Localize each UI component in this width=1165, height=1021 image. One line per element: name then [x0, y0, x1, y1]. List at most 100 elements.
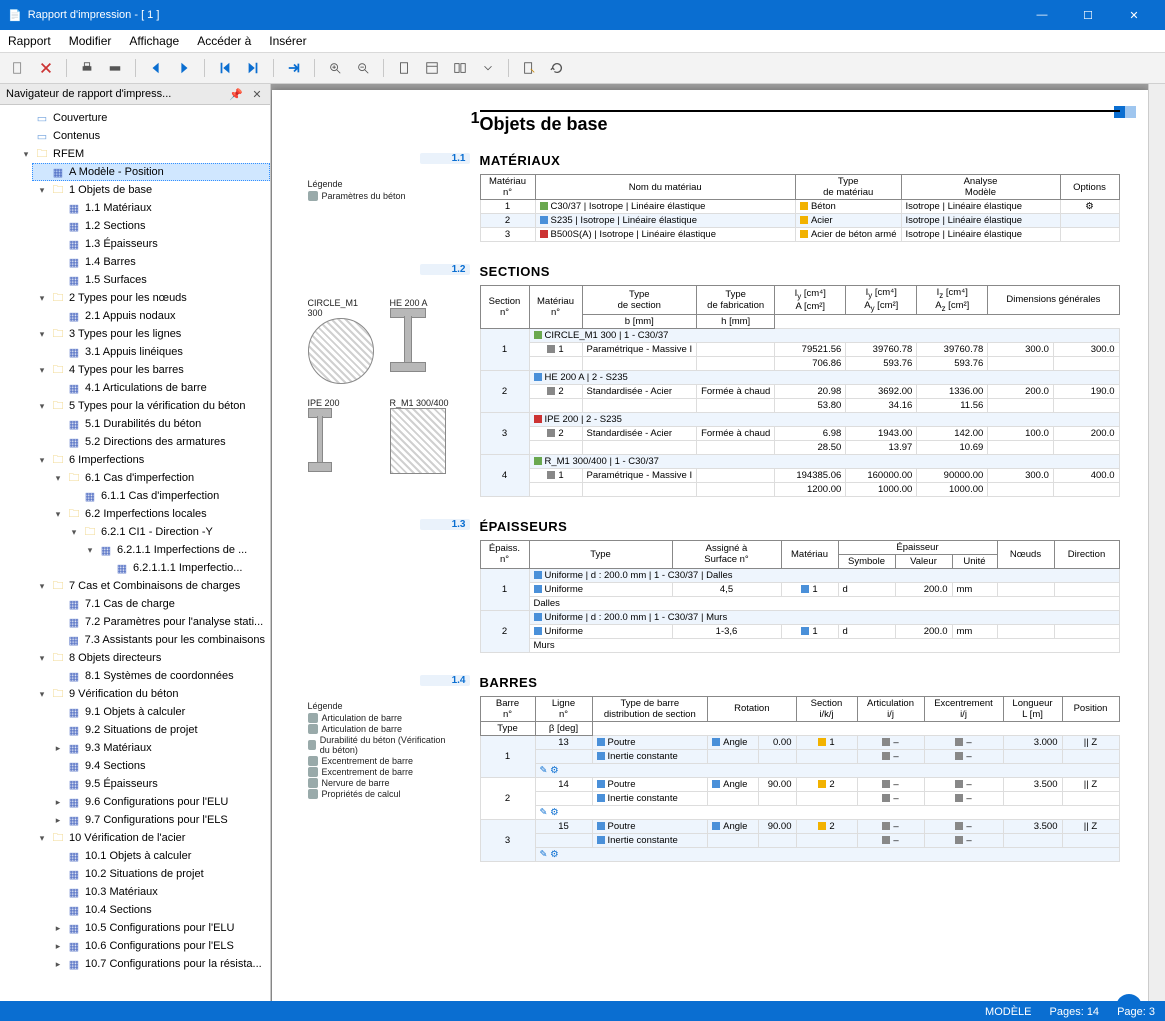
tree-model[interactable]: ▦A Modèle - Position [32, 163, 270, 181]
zoom-out-button[interactable] [351, 56, 375, 80]
tree-6-1[interactable]: ▾🗀6.1 Cas d'imperfection [48, 469, 270, 487]
section-title-barres: BARRES [480, 675, 1120, 690]
goto-button[interactable] [282, 56, 306, 80]
section-number: 1.2 [420, 264, 470, 275]
status-pages: Pages: 14 [1050, 1006, 1100, 1018]
tree-9-4[interactable]: ▦9.4 Sections [48, 757, 270, 775]
tree-2-1[interactable]: ▦2.1 Appuis nodaux [48, 307, 270, 325]
scrollbar[interactable] [1148, 84, 1165, 1001]
tree-1-2[interactable]: ▦1.2 Sections [48, 217, 270, 235]
section-number: 1.1 [420, 153, 470, 164]
tree-4[interactable]: ▾🗀4 Types pour les barres [32, 361, 270, 379]
zoom-in-button[interactable] [323, 56, 347, 80]
menu-modifier[interactable]: Modifier [67, 32, 114, 50]
tree-2[interactable]: ▾🗀2 Types pour les nœuds [32, 289, 270, 307]
menu-rapport[interactable]: Rapport [6, 32, 53, 50]
tree-6[interactable]: ▾🗀6 Imperfections [32, 451, 270, 469]
nav-prev-button[interactable] [144, 56, 168, 80]
nav-tree[interactable]: ▭Couverture ▭Contenus ▾🗀RFEM ▦A Modèle -… [0, 105, 270, 1001]
edit-page-button[interactable] [517, 56, 541, 80]
materiaux-table: Matériaun°Nom du matériauTypede matériau… [480, 174, 1120, 242]
sidebar-close-button[interactable]: ✕ [250, 87, 264, 101]
tree-10-5[interactable]: ▸▦10.5 Configurations pour l'ELU [48, 919, 270, 937]
tree-9-5[interactable]: ▦9.5 Épaisseurs [48, 775, 270, 793]
tree-1[interactable]: ▾🗀1 Objets de base [32, 181, 270, 199]
tree-9-2[interactable]: ▦9.2 Situations de projet [48, 721, 270, 739]
tree-3-1[interactable]: ▦3.1 Appuis linéiques [48, 343, 270, 361]
maximize-button[interactable]: ☐ [1065, 0, 1111, 30]
page-title: Objets de base [480, 114, 1120, 135]
tree-7[interactable]: ▾🗀7 Cas et Combinaisons de charges [32, 577, 270, 595]
window-title: Rapport d'impression - [ 1 ] [28, 9, 160, 21]
tree-10-6[interactable]: ▸▦10.6 Configurations pour l'ELS [48, 937, 270, 955]
tree-9-1[interactable]: ▦9.1 Objets à calculer [48, 703, 270, 721]
sidebar-title: Navigateur de rapport d'impress... [6, 88, 171, 100]
tree-6-2-1[interactable]: ▾🗀6.2.1 CI1 - Direction -Y [64, 523, 270, 541]
new-report-button[interactable] [6, 56, 30, 80]
sections-table: Sectionn°Matériaun°Typede sectionTypede … [480, 285, 1120, 497]
tree-10-3[interactable]: ▦10.3 Matériaux [48, 883, 270, 901]
tree-5-2[interactable]: ▦5.2 Directions des armatures [48, 433, 270, 451]
tree-5[interactable]: ▾🗀5 Types pour la vérification du béton [32, 397, 270, 415]
tree-1-3[interactable]: ▦1.3 Épaisseurs [48, 235, 270, 253]
menu-inserer[interactable]: Insérer [267, 32, 308, 50]
tree-6-1-1[interactable]: ▦6.1.1 Cas d'imperfection [64, 487, 270, 505]
print-button[interactable] [75, 56, 99, 80]
tree-7-3[interactable]: ▦7.3 Assistants pour les combinaisons [48, 631, 270, 649]
minimize-button[interactable]: — [1019, 0, 1065, 30]
tree-cover[interactable]: ▭Couverture [16, 109, 270, 127]
tree-7-1[interactable]: ▦7.1 Cas de charge [48, 595, 270, 613]
legend-barres: Légende Articulation de barreArticulatio… [308, 701, 458, 800]
tree-5-1[interactable]: ▦5.1 Durabilités du béton [48, 415, 270, 433]
close-button[interactable]: ✕ [1111, 0, 1157, 30]
brand-badge-icon: Dlubal [1116, 994, 1142, 1001]
nav-last-button[interactable] [241, 56, 265, 80]
tree-3[interactable]: ▾🗀3 Types pour les lignes [32, 325, 270, 343]
tree-9-7[interactable]: ▸▦9.7 Configurations pour l'ELS [48, 811, 270, 829]
tree-contents[interactable]: ▭Contenus [16, 127, 270, 145]
page-double-button[interactable] [448, 56, 472, 80]
sidebar-pin-button[interactable]: 📌 [229, 87, 243, 101]
section-title-epaisseurs: ÉPAISSEURS [480, 519, 1120, 534]
tree-10[interactable]: ▾🗀10 Vérification de l'acier [32, 829, 270, 847]
page-single-button[interactable] [392, 56, 416, 80]
tree-1-4[interactable]: ▦1.4 Barres [48, 253, 270, 271]
nav-first-button[interactable] [213, 56, 237, 80]
delete-report-button[interactable] [34, 56, 58, 80]
sidebar-header: Navigateur de rapport d'impress... 📌 ✕ [0, 84, 270, 105]
status-bar: MODÈLE Pages: 14 Page: 3 [0, 1001, 1165, 1021]
nav-next-button[interactable] [172, 56, 196, 80]
tree-1-5[interactable]: ▦1.5 Surfaces [48, 271, 270, 289]
tree-10-7[interactable]: ▸▦10.7 Configurations pour la résista... [48, 955, 270, 973]
tree-4-1[interactable]: ▦4.1 Articulations de barre [48, 379, 270, 397]
tree-1-1[interactable]: ▦1.1 Matériaux [48, 199, 270, 217]
tree-10-2[interactable]: ▦10.2 Situations de projet [48, 865, 270, 883]
dropdown-button[interactable] [476, 56, 500, 80]
menu-affichage[interactable]: Affichage [127, 32, 181, 50]
tree-6-2[interactable]: ▾🗀6.2 Imperfections locales [48, 505, 270, 523]
tree-8[interactable]: ▾🗀8 Objets directeurs [32, 649, 270, 667]
tree-9[interactable]: ▾🗀9 Vérification du béton [32, 685, 270, 703]
page-number: 1 [300, 110, 480, 128]
tree-6-2-1-1-1[interactable]: ▦6.2.1.1.1 Imperfectio... [96, 559, 270, 577]
app-icon: 📄 [8, 9, 22, 22]
tree-10-1[interactable]: ▦10.1 Objets à calculer [48, 847, 270, 865]
chevron-down-icon: ▾ [21, 149, 31, 159]
document-area[interactable]: 1 Objets de base 1.1 Légende Paramètres … [271, 84, 1148, 1001]
tree-rfem[interactable]: ▾🗀RFEM [16, 145, 270, 163]
toolbar [0, 53, 1165, 84]
section-number: 1.4 [420, 675, 470, 686]
tree-7-2[interactable]: ▦7.2 Paramètres pour l'analyse stati... [48, 613, 270, 631]
epaisseurs-table: Épaiss.n°TypeAssigné àSurface n°Matériau… [480, 540, 1120, 653]
tree-9-6[interactable]: ▸▦9.6 Configurations pour l'ELU [48, 793, 270, 811]
tree-6-2-1-1[interactable]: ▾▦6.2.1.1 Imperfections de ... [80, 541, 270, 559]
tree-10-4[interactable]: ▦10.4 Sections [48, 901, 270, 919]
tree-8-1[interactable]: ▦8.1 Systèmes de coordonnées [48, 667, 270, 685]
menu-acceder[interactable]: Accéder à [195, 32, 253, 50]
print-preview-button[interactable] [103, 56, 127, 80]
refresh-button[interactable] [545, 56, 569, 80]
tree-9-3[interactable]: ▸▦9.3 Matériaux [48, 739, 270, 757]
section-shape-ipe-icon [308, 408, 332, 472]
page-layout-button[interactable] [420, 56, 444, 80]
section-title-sections: SECTIONS [480, 264, 1120, 279]
